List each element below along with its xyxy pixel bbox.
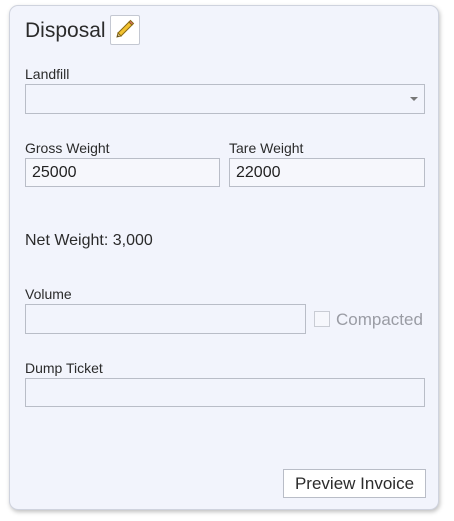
dump-ticket-label: Dump Ticket: [25, 360, 103, 376]
volume-input[interactable]: [25, 304, 306, 334]
landfill-dropdown[interactable]: [25, 84, 425, 114]
compacted-checkbox[interactable]: [314, 311, 330, 327]
tare-weight-label: Tare Weight: [229, 140, 304, 156]
panel-title: Disposal: [25, 19, 106, 42]
gross-weight-label: Gross Weight: [25, 140, 110, 156]
chevron-down-icon: [410, 97, 418, 101]
net-weight-text: Net Weight: 3,000: [25, 232, 153, 249]
gross-weight-input[interactable]: 25000: [25, 158, 220, 187]
landfill-label: Landfill: [25, 66, 70, 82]
dump-ticket-input[interactable]: [25, 378, 425, 407]
gross-weight-value: 25000: [32, 163, 77, 181]
volume-label: Volume: [25, 286, 72, 302]
preview-invoice-button[interactable]: Preview Invoice: [283, 469, 426, 498]
compacted-label[interactable]: Compacted: [336, 310, 423, 330]
disposal-panel: Disposal Landfill Gross Weight 25000 Tar…: [9, 5, 439, 510]
tare-weight-value: 22000: [236, 163, 281, 181]
edit-button[interactable]: [110, 15, 140, 45]
pencil-icon: [114, 17, 136, 44]
tare-weight-input[interactable]: 22000: [229, 158, 425, 187]
